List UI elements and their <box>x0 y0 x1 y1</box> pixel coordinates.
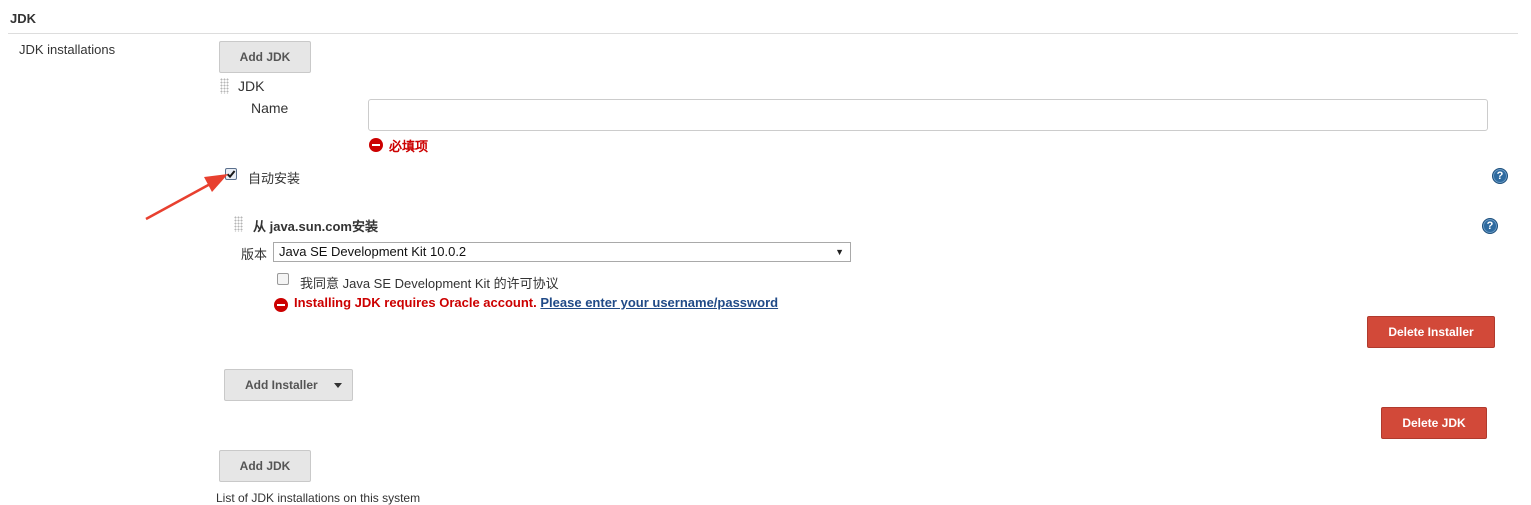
name-label: Name <box>251 100 289 116</box>
red-arrow-annotation-icon <box>145 174 228 221</box>
jdk-block-header: JDK <box>238 78 265 94</box>
installer-drag-handle-icon[interactable] <box>234 216 243 232</box>
section-divider <box>8 33 1518 34</box>
delete-installer-button[interactable]: Delete Installer <box>1367 316 1495 348</box>
enter-credentials-link[interactable]: Please enter your username/password <box>540 295 778 310</box>
license-agree-label: 我同意 Java SE Development Kit 的许可协议 <box>300 276 559 291</box>
oracle-error-text: Installing JDK requires Oracle account. <box>294 295 537 310</box>
version-label: 版本 <box>241 247 268 262</box>
add-installer-label: Add Installer <box>245 378 318 392</box>
jdk-name-input[interactable] <box>368 99 1488 131</box>
oracle-error-icon <box>274 298 288 312</box>
oracle-account-error: Installing JDK requires Oracle account. … <box>294 295 778 310</box>
jdk-installations-description: List of JDK installations on this system <box>216 491 421 505</box>
delete-jdk-button[interactable]: Delete JDK <box>1381 407 1487 439</box>
error-icon <box>369 138 383 152</box>
section-title: JDK <box>10 11 37 26</box>
help-icon[interactable]: ? <box>1492 168 1508 184</box>
caret-down-icon <box>334 383 342 388</box>
auto-install-label: 自动安装 <box>248 171 301 186</box>
name-required-error: 必填项 <box>389 139 429 154</box>
jdk-installations-label: JDK installations <box>19 42 116 57</box>
add-installer-button[interactable]: Add Installer <box>224 369 353 401</box>
installer-help-icon[interactable]: ? <box>1482 218 1498 234</box>
drag-handle-icon[interactable] <box>220 78 229 94</box>
license-agree-checkbox[interactable] <box>277 273 289 285</box>
version-select-value: Java SE Development Kit 10.0.2 <box>279 244 467 259</box>
version-select[interactable]: Java SE Development Kit 10.0.2 ▼ <box>273 242 851 262</box>
add-jdk-button-top[interactable]: Add JDK <box>219 41 311 73</box>
dropdown-arrow-icon: ▼ <box>835 247 844 257</box>
add-jdk-button-bottom[interactable]: Add JDK <box>219 450 311 482</box>
installer-header: 从 java.sun.com安装 <box>253 219 378 234</box>
